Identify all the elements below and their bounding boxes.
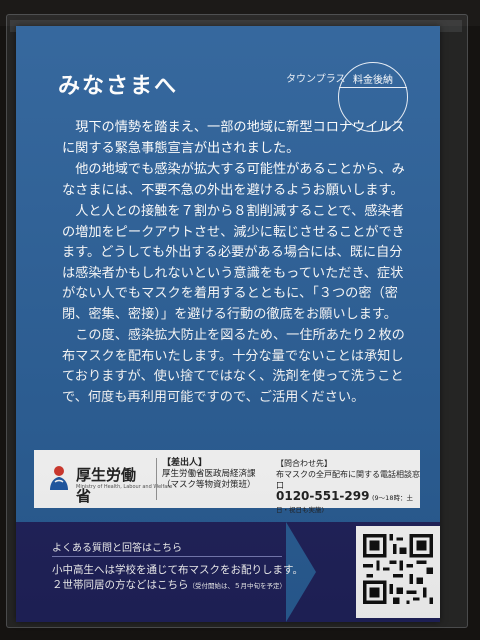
sender-name: 厚生労働省医政局経済課 bbox=[162, 469, 256, 479]
sender-sub: （マスク等物資対策班） bbox=[162, 480, 256, 490]
sender-footer: 厚生労働省 Ministry of Health, Labour and Wel… bbox=[34, 450, 420, 514]
sender-heading: 【差出人】 bbox=[162, 458, 208, 468]
postage-mark-label: 料金後納 bbox=[353, 75, 393, 86]
contact-phone-line: 0120-551-299 (9～18時：土日・祝日も実施) bbox=[276, 489, 420, 516]
message-paragraph-3: 人と人との接触を７割から８割削減することで、感染者の増加をピークアウトさせ、減少… bbox=[62, 204, 405, 322]
sender-block: 【差出人】 厚生労働省医政局経済課 （マスク等物資対策班） bbox=[162, 458, 256, 491]
faq-line-households-note: （受付開始は、５月中旬を予定） bbox=[188, 582, 287, 590]
contact-phone: 0120-551-299 bbox=[276, 489, 370, 503]
qr-code-icon bbox=[363, 534, 433, 604]
footer-divider bbox=[156, 458, 157, 500]
contact-heading: 【問合わせ先】 bbox=[276, 459, 332, 468]
postage-mark-divider bbox=[339, 87, 407, 88]
qr-code bbox=[356, 526, 440, 618]
message-paragraph-4: この度、感染拡大防止を図るため、一住所あたり２枚の布マスクを配布いたします。十分… bbox=[62, 328, 405, 405]
faq-divider bbox=[52, 556, 282, 557]
leaflet-title: みなさまへ bbox=[58, 74, 179, 99]
contact-description: 布マスクの全戸配布に関する電話相談窓口 bbox=[276, 470, 420, 490]
ministry-logo-icon bbox=[50, 466, 68, 490]
faq-line-households: ２世帯同居の方などはこちら（受付開始は、５月中旬を予定） bbox=[52, 577, 286, 592]
message-body: 現下の情勢を踏まえ、一部の地域に新型コロナウイルスに関する緊急事態宣言が出されま… bbox=[62, 118, 412, 409]
faq-line-students: 小中高生へは学校を通じて布マスクをお配りします。 bbox=[52, 564, 303, 576]
faq-line-households-text: ２世帯同居の方などはこちら bbox=[52, 579, 189, 591]
faq-label: よくある質問と回答はこちら bbox=[52, 543, 182, 554]
ministry-english-name: Ministry of Health, Labour and Welfare bbox=[76, 484, 173, 490]
leaflet-card: みなさまへ タウンプラス 料金後納 現下の情勢を踏まえ、一部の地域に新型コロナウ… bbox=[16, 26, 440, 622]
message-paragraph-1: 現下の情勢を踏まえ、一部の地域に新型コロナウイルスに関する緊急事態宣言が出されま… bbox=[62, 120, 405, 156]
ministry-logo: 厚生労働省 Ministry of Health, Labour and Wel… bbox=[46, 462, 172, 505]
publisher-label: タウンプラス bbox=[286, 74, 346, 85]
message-paragraph-2: 他の地域でも感染が拡大する可能性があることから、みなさまには、不要不急の外出を避… bbox=[62, 162, 405, 198]
contact-block: 【問合わせ先】 布マスクの全戸配布に関する電話相談窓口 0120-551-299… bbox=[276, 458, 420, 516]
